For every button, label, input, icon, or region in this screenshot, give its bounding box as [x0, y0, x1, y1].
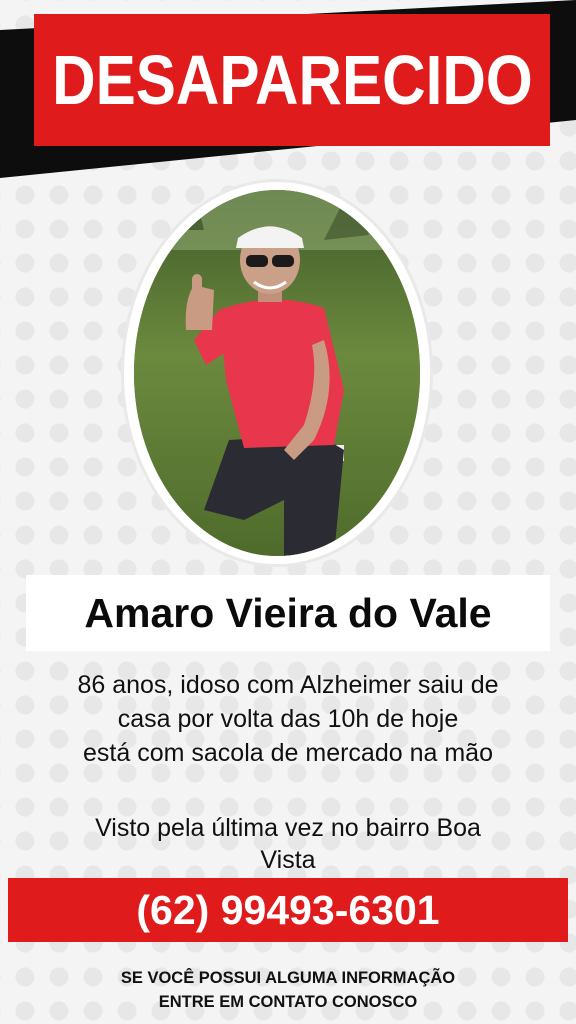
name-box: Amaro Vieira do Vale	[26, 575, 550, 651]
description-line: 86 anos, idoso com Alzheimer saiu de	[77, 671, 499, 699]
missing-person-photo	[134, 190, 420, 556]
footer-line: SE VOCÊ POSSUI ALGUMA INFORMAÇÃO	[120, 969, 456, 987]
description: 86 anos, idoso com Alzheimer saiu de cas…	[20, 668, 556, 770]
last-seen-line: Visto pela última vez no bairro Boa	[95, 814, 481, 842]
last-seen-info: Visto pela última vez no bairro Boa Vist…	[20, 812, 556, 876]
footer-note: SE VOCÊ POSSUI ALGUMA INFORMAÇÃO ENTRE E…	[0, 966, 576, 1014]
description-line: está com sacola de mercado na mão	[83, 739, 493, 767]
last-seen-line: Vista	[260, 846, 316, 874]
phone-banner: (62) 99493-6301	[8, 878, 568, 942]
person-name: Amaro Vieira do Vale	[84, 589, 492, 636]
description-line: casa por volta das 10h de hoje	[117, 705, 459, 733]
contact-phone: (62) 99493-6301	[136, 886, 440, 933]
poster-title: DESAPARECIDO	[51, 41, 533, 119]
person-illustration	[134, 190, 420, 556]
title-banner: DESAPARECIDO	[34, 14, 550, 146]
footer-line: ENTRE EM CONTATO CONOSCO	[158, 993, 418, 1011]
